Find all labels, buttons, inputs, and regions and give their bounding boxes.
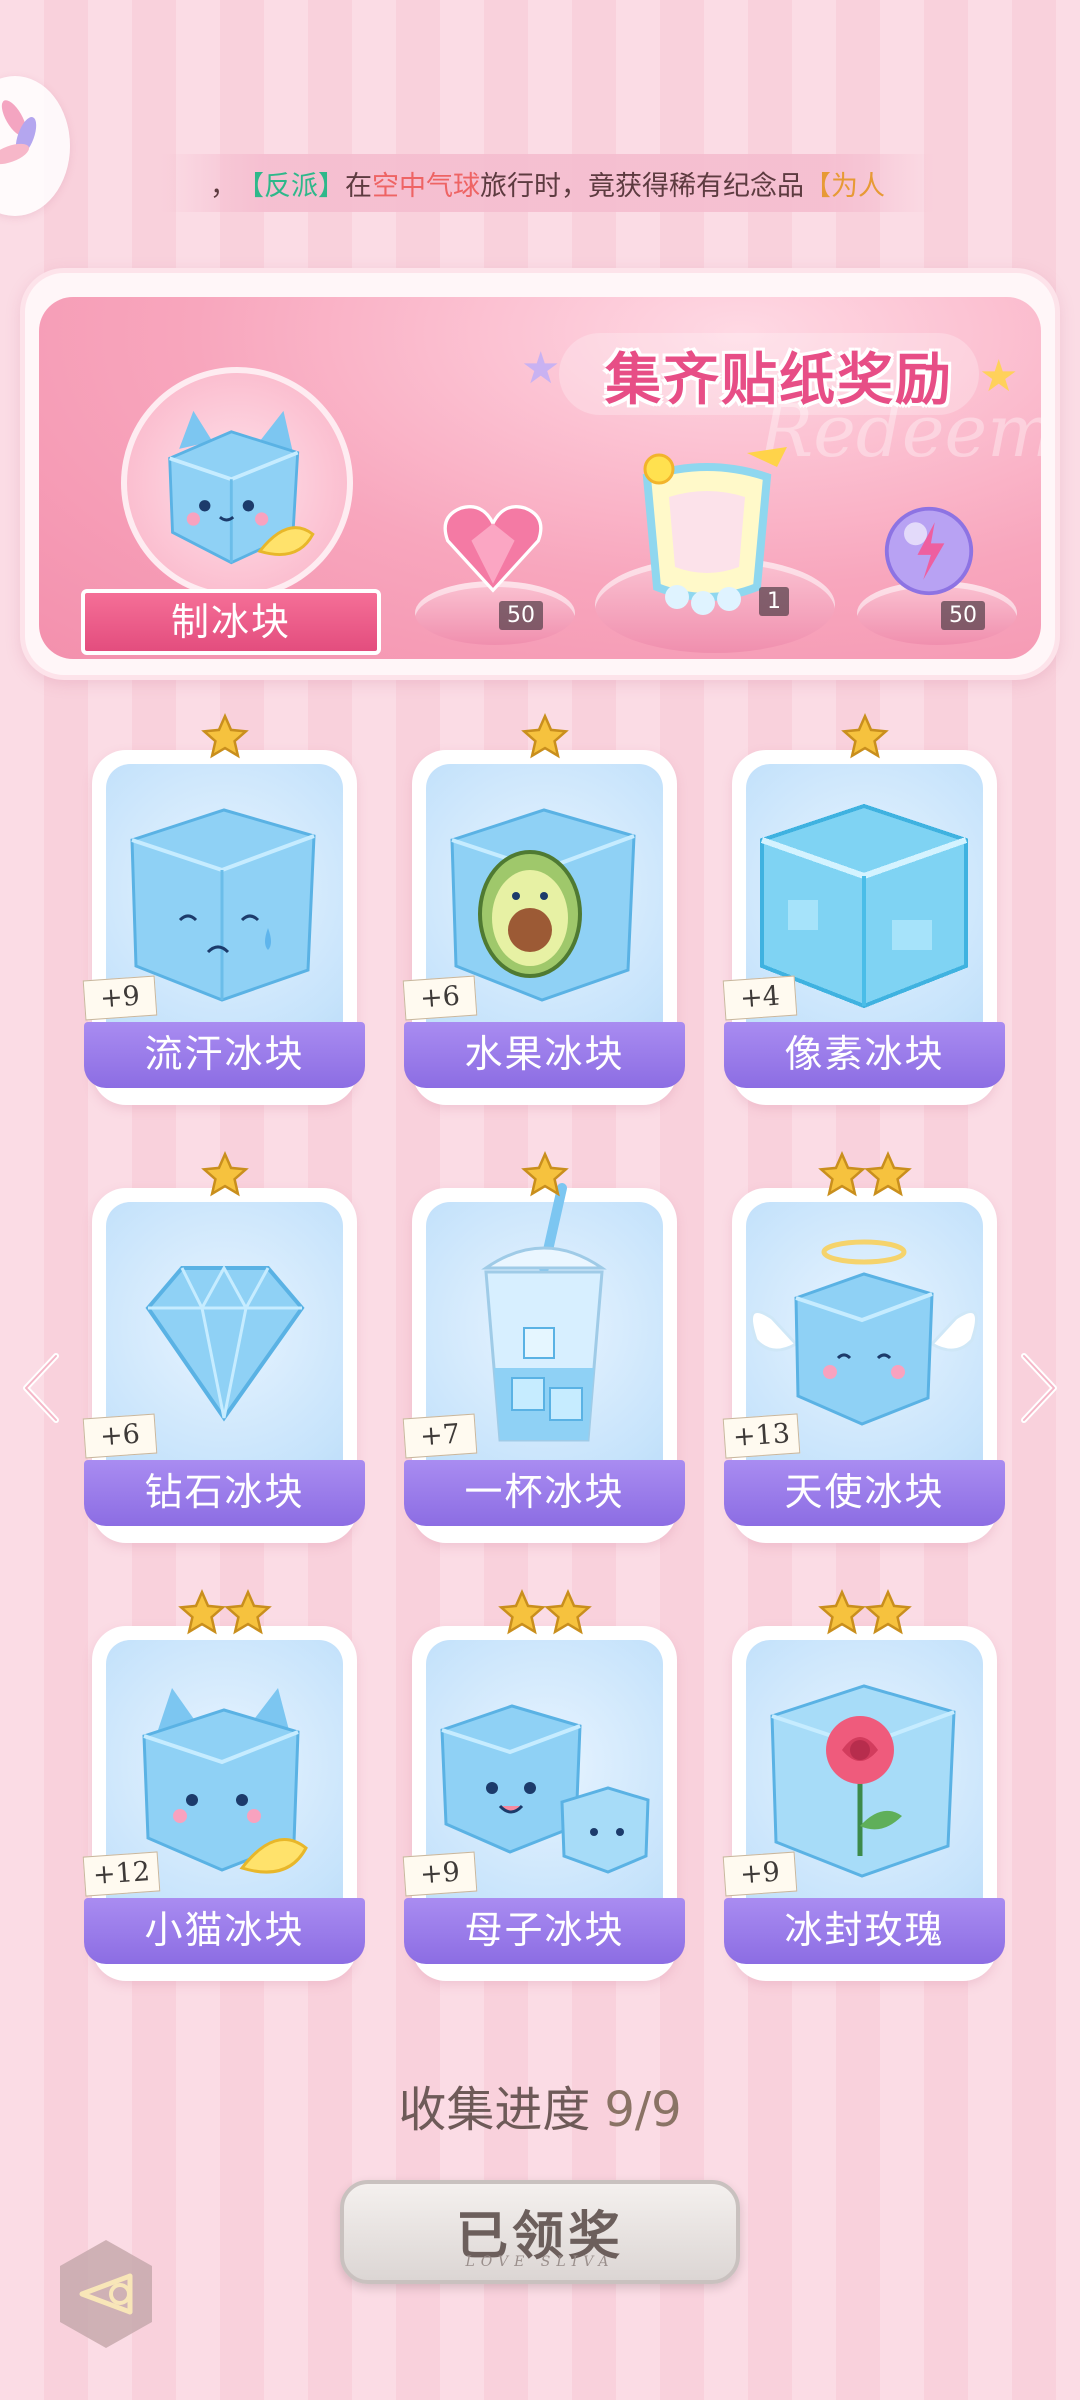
collection-progress-value: 9/9 bbox=[604, 2082, 682, 2138]
marquee-location: 空中气球 bbox=[372, 170, 480, 202]
sticker-bonus: +6 bbox=[82, 1413, 158, 1459]
side-menu-bubble[interactable] bbox=[0, 76, 70, 216]
sticker-bonus: +4 bbox=[722, 975, 798, 1021]
sticker-card[interactable]: +6 钻石冰块 bbox=[82, 1151, 365, 1568]
star-icon bbox=[817, 1151, 866, 1197]
star-rating bbox=[732, 1588, 997, 1638]
banner-title: 集齐贴纸奖励 bbox=[605, 348, 953, 413]
sticker-name: 天使冰块 bbox=[724, 1460, 1005, 1526]
star-icon bbox=[497, 1589, 546, 1635]
main-prize-circle[interactable] bbox=[121, 367, 353, 599]
sticker-card[interactable]: +9 冰封玫瑰 bbox=[722, 1589, 1005, 2006]
sticker-name: 像素冰块 bbox=[724, 1022, 1005, 1088]
star-decoration-icon: ★ bbox=[521, 343, 561, 394]
star-icon bbox=[520, 713, 569, 759]
sticker-card[interactable]: +6 水果冰块 bbox=[402, 713, 685, 1130]
sticker-name: 冰封玫瑰 bbox=[724, 1898, 1005, 1964]
star-icon bbox=[840, 713, 889, 759]
star-decoration-icon: ★ bbox=[979, 351, 1019, 402]
chevron-right-icon[interactable] bbox=[1014, 1348, 1064, 1428]
star-icon bbox=[200, 713, 249, 759]
reward-banner: Redeem 集齐贴纸奖励 ★ ★ 制冰块 50 1 50 bbox=[20, 268, 1060, 680]
marquee-item: 【为人 bbox=[804, 170, 885, 202]
sticker-card[interactable]: +4 像素冰块 bbox=[722, 713, 1005, 1130]
marquee-prefix: ， bbox=[210, 170, 237, 202]
star-rating bbox=[732, 1150, 997, 1200]
sticker-bonus: +6 bbox=[402, 975, 478, 1021]
marquee-middle: 旅行时，竟获得稀有纪念品 bbox=[480, 170, 804, 202]
sticker-bonus: +9 bbox=[722, 1851, 798, 1897]
star-icon bbox=[863, 1589, 912, 1635]
star-icon bbox=[817, 1589, 866, 1635]
claimed-button[interactable]: 已领奖 LOVE SLIVA bbox=[340, 2180, 740, 2284]
cat-ice-cube-icon bbox=[168, 410, 315, 565]
sticker-bonus: +9 bbox=[402, 1851, 478, 1897]
purple-lightning-orb-icon[interactable] bbox=[881, 503, 977, 599]
star-icon bbox=[543, 1589, 592, 1635]
main-prize-label: 制冰块 bbox=[81, 589, 381, 655]
sticker-bonus: +7 bbox=[402, 1413, 478, 1459]
chevron-left-icon[interactable] bbox=[16, 1348, 66, 1428]
sticker-bonus: +12 bbox=[82, 1851, 161, 1897]
back-arrow-icon[interactable] bbox=[48, 2236, 164, 2352]
star-icon bbox=[177, 1589, 226, 1635]
sticker-card[interactable]: +12 小猫冰块 bbox=[82, 1589, 365, 2006]
sticker-card[interactable]: +9 母子冰块 bbox=[402, 1589, 685, 2006]
star-rating bbox=[92, 712, 357, 762]
claimed-button-subtitle: LOVE SLIVA bbox=[465, 2254, 615, 2270]
reward-banner-background: Redeem 集齐贴纸奖励 ★ ★ 制冰块 50 1 50 bbox=[39, 297, 1041, 659]
marquee-verb: 在 bbox=[345, 170, 372, 202]
collection-progress: 收集进度 9/9 bbox=[0, 2070, 1080, 2140]
star-rating bbox=[412, 1588, 677, 1638]
star-rating bbox=[92, 1150, 357, 1200]
pink-heart-gem-icon[interactable] bbox=[439, 497, 547, 595]
star-icon bbox=[520, 1151, 569, 1197]
sticker-card[interactable]: +9 流汗冰块 bbox=[82, 713, 365, 1130]
star-rating bbox=[412, 712, 677, 762]
star-icon bbox=[200, 1151, 249, 1197]
reward-count: 1 bbox=[759, 587, 789, 616]
collection-progress-label: 收集进度 bbox=[398, 2082, 591, 2138]
announcement-marquee: ， 【反派】 在 空中气球 旅行时，竟获得稀有纪念品 【为人 bbox=[160, 154, 935, 212]
reward-count: 50 bbox=[941, 601, 985, 630]
star-rating bbox=[732, 712, 997, 762]
sticker-name: 小猫冰块 bbox=[84, 1898, 365, 1964]
star-icon bbox=[223, 1589, 272, 1635]
sticker-card[interactable]: +7 一杯冰块 bbox=[402, 1151, 685, 1568]
reward-count: 50 bbox=[499, 601, 543, 630]
petal-icon bbox=[0, 139, 32, 169]
sticker-name: 一杯冰块 bbox=[404, 1460, 685, 1526]
sticker-bonus: +9 bbox=[82, 975, 158, 1021]
marquee-faction: 【反派】 bbox=[237, 170, 345, 202]
sticker-name: 水果冰块 bbox=[404, 1022, 685, 1088]
sticker-name: 母子冰块 bbox=[404, 1898, 685, 1964]
star-rating bbox=[412, 1150, 677, 1200]
sticker-bonus: +13 bbox=[722, 1413, 801, 1459]
sticker-name: 钻石冰块 bbox=[84, 1460, 365, 1526]
sticker-name: 流汗冰块 bbox=[84, 1022, 365, 1088]
star-rating bbox=[92, 1588, 357, 1638]
sticker-card[interactable]: +13 天使冰块 bbox=[722, 1151, 1005, 1568]
star-icon bbox=[863, 1151, 912, 1197]
